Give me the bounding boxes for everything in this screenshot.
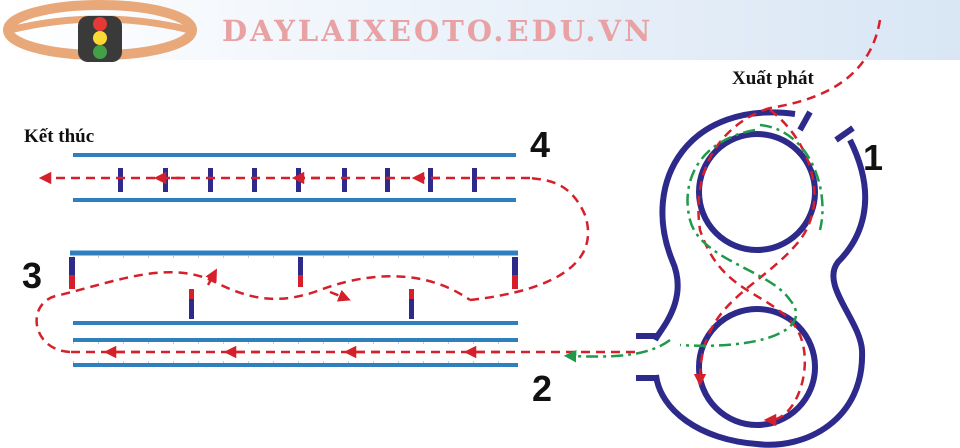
section-2-lane [73,321,518,367]
course-diagram [3,0,882,448]
finish-label: Kết thúc [24,126,95,147]
section-1-number: 1 [863,137,884,178]
section-4-number: 4 [530,124,551,165]
section-3-slalom [69,250,518,319]
section-2-number: 2 [532,368,553,409]
figure-eight-track [636,109,869,448]
start-label: Xuất phát [732,68,814,89]
site-title: DAYLAIXEOTO.EDU.VN [222,14,654,48]
section-3-number: 3 [22,255,43,296]
steering-wheel-traffic-light-logo [3,0,197,62]
